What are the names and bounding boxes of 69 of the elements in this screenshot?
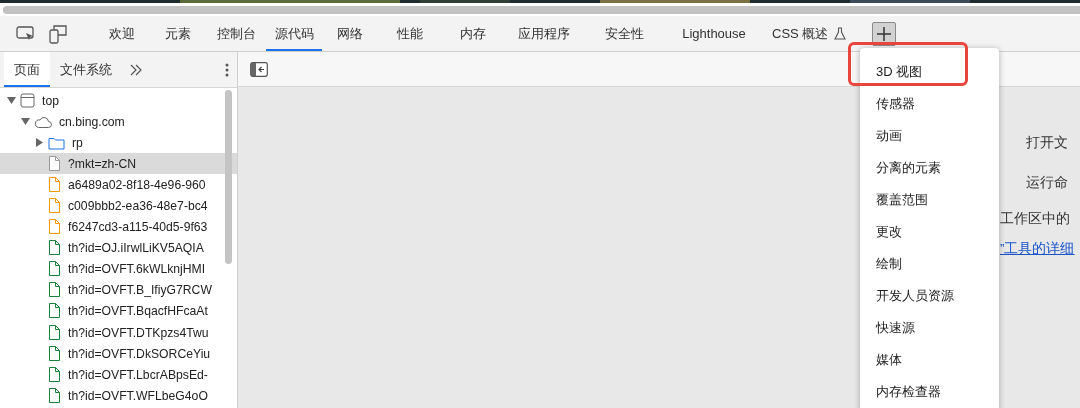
file-icon (48, 261, 61, 278)
panel-tab[interactable]: 网络 (322, 16, 378, 51)
tree-item[interactable]: ?mkt=zh-CN (0, 153, 237, 175)
tree-item[interactable]: th?id=OVFT.LbcrABpsEd- (0, 364, 237, 386)
panel-tab[interactable]: 应用程序 (504, 16, 584, 51)
panel-tab[interactable]: 欢迎 (94, 16, 150, 51)
flask-icon (834, 27, 847, 40)
more-vertical-icon[interactable] (225, 62, 229, 77)
shortcut-hint: 打开文 (1025, 134, 1068, 152)
menu-item[interactable]: 动画 (860, 120, 999, 152)
menu-item[interactable]: 绘制 (860, 248, 999, 280)
tree-item[interactable]: th?id=OVFT.DkSORCeYiu (0, 343, 237, 365)
tree-item[interactable]: top (0, 90, 237, 112)
file-icon (48, 240, 61, 257)
menu-item[interactable]: 内存检查器 (860, 376, 999, 408)
horizontal-scrollbar[interactable] (3, 6, 1080, 14)
folder-icon (48, 135, 65, 150)
menu-item[interactable]: 更改 (860, 216, 999, 248)
menu-item[interactable]: 分离的元素 (860, 152, 999, 184)
expand-triangle-icon[interactable] (6, 97, 16, 105)
expand-triangle-icon[interactable] (20, 118, 30, 126)
panel-tab[interactable]: 控制台 (206, 16, 266, 51)
tree-item[interactable]: th?id=OVFT.6kWLknjHMI (0, 258, 237, 280)
panel-tab[interactable]: 性能 (378, 16, 442, 51)
more-tools-button[interactable] (872, 21, 897, 46)
hint-text: 工作区中的 (1000, 210, 1070, 228)
tree-item[interactable]: c009bbb2-ea36-48e7-bc4 (0, 195, 237, 217)
shortcut-hint: 运行命 (1025, 174, 1068, 192)
menu-item[interactable]: 开发人员资源 (860, 280, 999, 312)
tree-item[interactable]: th?id=OVFT.BqacfHFcaAt (0, 300, 237, 323)
menu-item[interactable]: 快速源 (860, 312, 999, 344)
plus-icon (877, 26, 892, 41)
panel-tab[interactable]: 安全性 (584, 16, 664, 51)
device-icon[interactable] (48, 23, 68, 44)
tree-item[interactable]: cn.bing.com (0, 111, 237, 133)
panel-tab[interactable]: 内存 (442, 16, 504, 51)
cloud-icon (34, 114, 52, 129)
tree-item[interactable]: rp (0, 132, 237, 154)
navigator-tab[interactable]: 文件系统 (50, 52, 122, 87)
chevron-right-double-icon[interactable] (130, 63, 142, 76)
file-icon (48, 366, 61, 383)
menu-item[interactable]: 传感器 (860, 88, 999, 120)
file-icon (48, 155, 61, 172)
file-icon (48, 282, 61, 299)
navigator-tab[interactable]: 页面 (4, 52, 50, 87)
frame-icon (20, 93, 35, 109)
tree-item[interactable]: f6247cd3-a115-40d5-9f63 (0, 216, 237, 238)
tree-item[interactable]: a6489a02-8f18-4e96-960 (0, 174, 237, 196)
file-icon (48, 387, 61, 404)
file-icon (48, 176, 61, 193)
tree-item[interactable]: th?id=OVFT.WFLbeG4oO (0, 385, 237, 407)
file-icon (48, 324, 61, 341)
file-icon (48, 198, 61, 214)
menu-item[interactable]: 覆盖范围 (860, 184, 999, 216)
menu-item[interactable]: 3D 视图 (860, 56, 999, 88)
file-icon (48, 219, 61, 236)
menu-item[interactable]: 媒体 (860, 344, 999, 376)
sidebar-toggle-icon[interactable] (250, 61, 268, 77)
tree-item[interactable]: th?id=OVFT.DTKpzs4Twu (0, 322, 237, 344)
help-link[interactable]: ”工具的详细 (1000, 240, 1075, 258)
scrollbar-thumb[interactable] (225, 90, 232, 264)
tree-item[interactable]: th?id=OVFT.B_IfiyG7RCW (0, 279, 237, 301)
collapse-triangle-icon[interactable] (35, 138, 43, 148)
panel-tab[interactable]: Lighthouse (664, 16, 764, 51)
panel-tab[interactable]: CSS 概述 (764, 16, 855, 51)
file-icon (48, 345, 61, 362)
file-icon (48, 303, 61, 320)
panel-tab[interactable]: 元素 (150, 16, 206, 51)
tree-item[interactable]: th?id=OJ.iIrwlLiKV5AQIA (0, 237, 237, 259)
